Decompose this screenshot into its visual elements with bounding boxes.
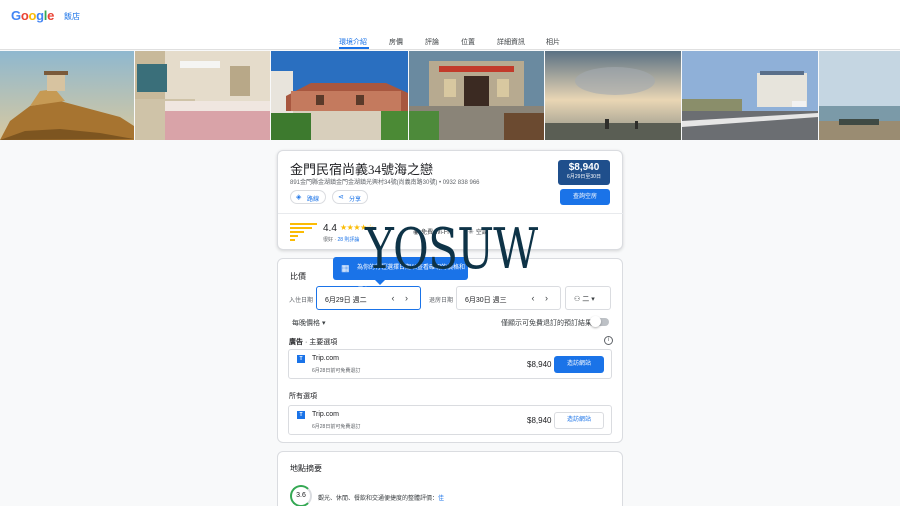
location-score: 3.6 [290,485,312,506]
chevron-down-icon: ▾ [591,296,595,303]
checkin-label: 入住日期 [289,298,314,304]
tab-photos[interactable]: 相片 [546,37,560,47]
checkout-arrows[interactable]: ‹ › [532,293,553,303]
calendar-icon: ▦ [341,263,350,273]
directions-button[interactable]: ◈ 路線 [290,190,327,204]
photo-bedroom[interactable] [135,51,270,140]
trip-logo-icon: T [297,355,305,363]
tab-location[interactable]: 位置 [461,37,475,47]
offer-provider[interactable]: Trip.com [312,411,339,418]
ads-heading: 廣告 · 主要選項 [289,339,338,346]
offer-note: 6月28日前可免費退訂 [312,424,361,430]
price-value: $8,940 [568,162,600,173]
checkout-value: 6月30日 週三 [465,297,507,304]
active-tab-indicator [339,47,369,49]
location-title: 地點摘要 [290,464,322,473]
location-description: 觀光、休閒、餐飲和交通便捷度的整體評價：佳 [318,493,444,502]
section-tabs: 環境介紹 房價 評論 位置 詳細資訊 相片 [0,32,900,50]
tab-reviews[interactable]: 評論 [425,37,439,47]
person-icon: ⚇ [574,296,581,303]
offer-price: $8,940 [527,360,552,369]
share-icon: ⋖ [338,194,344,201]
hotel-address: 891金門縣金湖鎮金門金湖鎮光興村34號(尚義南路30號) • 0932 838… [290,180,480,186]
price-badge[interactable]: $8,940 6月29日至30日 [558,160,610,185]
info-icon[interactable]: i [604,336,613,345]
tab-overview[interactable]: 環境介紹 [339,37,367,47]
directions-label: 路線 [307,197,320,203]
price-dates: 6月29日至30日 [567,174,601,180]
hotel-name: 金門民宿尚義34號海之戀 [290,162,434,177]
photo-courtyard[interactable] [409,51,544,140]
trip-logo-icon: T [297,411,305,419]
chevron-down-icon: ▾ [321,320,326,327]
checkout-label: 退房日期 [429,298,454,304]
offer-price: $8,940 [527,416,552,425]
rating-score: 4.4 [323,223,337,234]
nightly-price-dropdown[interactable]: 每晚價格 ▾ [292,318,325,328]
visit-site-button[interactable]: 造訪網站 [554,356,604,373]
directions-icon: ◈ [296,194,302,201]
location-rating-link[interactable]: 佳 [438,496,444,502]
visit-site-button[interactable]: 造訪網站 [554,412,604,429]
ads-label: 廣告 [289,339,303,346]
nightly-label: 每晚價格 [292,320,320,327]
tab-details[interactable]: 詳細資訊 [497,37,525,47]
photo-house-exterior[interactable] [271,51,408,140]
offer-note: 6月28日前可免費退訂 [312,368,361,374]
ads-sub: 主要選項 [309,339,338,346]
rating-label: 很好 [323,237,334,243]
top-bar: Google 飯店 [0,0,900,32]
guests-value: 二 [582,296,590,303]
location-summary-card: 地點摘要 3.6 觀光、休閒、餐飲和交通便捷度的整體評價：佳 [277,451,623,506]
photo-strip [0,51,900,140]
offer-provider[interactable]: Trip.com [312,355,339,362]
tab-prices[interactable]: 房價 [389,37,403,47]
location-desc-text: 觀光、休閒、餐飲和交通便捷度的整體評價： [318,496,439,502]
all-options-heading: 所有選項 [289,393,317,400]
check-availability-button[interactable]: 查詢空房 [560,189,610,205]
offer-row: T Trip.com 6月28日前可免費退訂 $8,940 造訪網站 [288,405,612,435]
free-cancel-toggle[interactable] [590,316,609,327]
google-logo[interactable]: Google [11,8,54,23]
photo-beach[interactable] [819,51,900,140]
photo-street-view[interactable] [682,51,818,140]
photo-rock-pavilion[interactable] [0,51,134,140]
offer-row: T Trip.com 6月28日前可免費退訂 $8,940 造訪網站 [288,349,612,379]
divider [278,213,624,214]
rating-summary: 很好 · 28 則評論 [323,237,360,243]
guests-selector[interactable]: ⚇ 二 ▾ [565,286,611,310]
free-cancel-label: 僅顯示可免費退訂的預訂結果 [501,320,592,327]
rating-histogram [290,223,317,243]
photo-seaside-sunset[interactable] [545,51,681,140]
nav-hotels-link[interactable]: 飯店 [64,11,80,22]
reviews-link[interactable]: 28 則評論 [337,237,359,243]
checkout-date-field[interactable]: 6月30日 週三 ‹ › [456,286,561,310]
compare-title: 比價 [290,272,306,281]
watermark-text: YOSUW [365,217,538,282]
checkin-arrows[interactable]: ‹ › [392,293,413,303]
share-button[interactable]: ⋖ 分享 [332,190,369,204]
share-label: 分享 [349,197,362,203]
